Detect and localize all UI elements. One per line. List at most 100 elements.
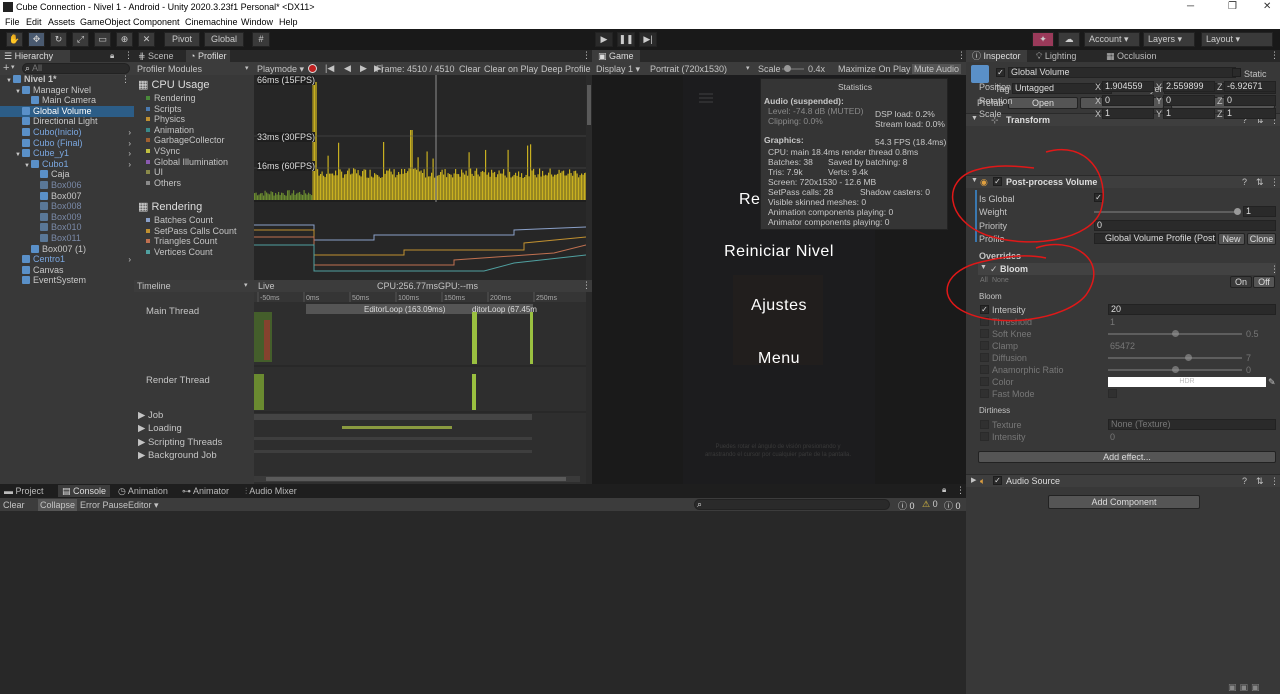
add-effect-button[interactable]: Add effect... — [978, 451, 1276, 463]
dirt-intensity-checkbox[interactable] — [980, 432, 989, 441]
menu-main[interactable]: Menu — [683, 350, 875, 368]
transform-rotation-field[interactable]: 0 — [1163, 95, 1215, 106]
transform-scale-field[interactable]: 1 — [1163, 108, 1215, 119]
collab-icon[interactable]: ✦ — [1032, 32, 1054, 47]
occlusion-tab[interactable]: ▦ Occlusion — [1106, 50, 1157, 62]
clear-on-play-button[interactable]: Clear on Play — [484, 64, 538, 74]
profile-new-button[interactable]: New — [1218, 233, 1245, 245]
transform-position-field[interactable]: 1.904559 — [1102, 81, 1154, 92]
audio-source-header[interactable]: ▶ 🔈︎ ✓ Audio Source ? ⇅ ⋮ — [966, 474, 1280, 487]
hand-tool-icon[interactable]: ✋ — [6, 32, 23, 47]
cpu-legend-item[interactable]: UI — [146, 167, 163, 177]
prev-frame-icon[interactable]: ◀ — [344, 63, 351, 74]
scene-tab[interactable]: ⋕ Scene — [138, 50, 174, 62]
profiler-more-icon[interactable]: ⋮ — [582, 50, 591, 61]
bloom-color-field[interactable]: HDR — [1108, 377, 1266, 387]
first-frame-icon[interactable]: |◀ — [325, 63, 334, 74]
transform-tool-icon[interactable]: ⊕ — [116, 32, 133, 47]
global-button[interactable]: Global — [204, 32, 244, 47]
play-icon[interactable]: ▶ — [595, 32, 613, 47]
maximize-icon[interactable]: ❐ — [1228, 1, 1237, 12]
animation-tab[interactable]: ◷ Animation — [118, 485, 168, 497]
pause-icon[interactable]: ❚❚ — [617, 32, 635, 47]
rotate-tool-icon[interactable]: ↻ — [50, 32, 67, 47]
rendering-legend-item[interactable]: Vertices Count — [146, 247, 213, 257]
transform-rotation-field[interactable]: 0 — [1102, 95, 1154, 106]
hierarchy-search-input[interactable]: ⌕ All — [22, 63, 130, 74]
override-checkbox[interactable] — [980, 353, 989, 362]
scale-tool-icon[interactable]: ⤢ — [72, 32, 89, 47]
hierarchy-row[interactable]: EventSystem — [0, 275, 134, 286]
bloom-off-button[interactable]: Off — [1253, 276, 1275, 288]
hierarchy-row[interactable]: Box006 — [0, 180, 134, 191]
scale-slider-knob[interactable] — [784, 65, 791, 72]
pivot-button[interactable]: Pivot — [164, 32, 200, 47]
lock-icon[interactable]: 🔒︎ — [110, 51, 114, 61]
hierarchy-tab[interactable]: ☰ Hierarchy — [0, 50, 70, 62]
hierarchy-row[interactable]: ▼ Cube_y1 › — [0, 148, 134, 159]
bloom-field-slider-knob[interactable] — [1172, 330, 1179, 337]
editor-dropdown[interactable]: Editor ▾ — [128, 500, 159, 511]
hierarchy-row[interactable]: ▼ Nivel 1* ⋮ — [0, 74, 134, 85]
hierarchy-row[interactable]: Box010 — [0, 222, 134, 233]
custom-tool-icon[interactable]: ✕ — [138, 32, 155, 47]
transform-position-field[interactable]: -6.92671 — [1224, 81, 1276, 92]
chevron-right-icon[interactable]: › — [128, 127, 131, 138]
audio-mixer-tab[interactable]: ⫶ Audio Mixer — [245, 485, 297, 497]
layers-dropdown[interactable]: Layers ▾ — [1143, 32, 1195, 47]
weight-field[interactable]: 1 — [1243, 206, 1276, 217]
static-checkbox[interactable] — [1232, 68, 1241, 77]
clear-button[interactable]: Clear — [459, 64, 481, 74]
transform-rotation-field[interactable]: 0 — [1224, 95, 1276, 106]
chevron-right-icon[interactable]: › — [128, 138, 131, 149]
lighting-tab[interactable]: 💡︎ Lighting — [1036, 50, 1076, 62]
cpu-legend-item[interactable]: VSync — [146, 146, 180, 156]
step-icon[interactable]: ▶| — [639, 32, 657, 47]
record-icon[interactable] — [308, 64, 317, 73]
timeline-h-scroll-thumb[interactable] — [266, 477, 566, 481]
hierarchy-row[interactable]: Directional Light — [0, 116, 134, 127]
scripting-threads-group[interactable]: ▶ Scripting Threads — [138, 437, 222, 448]
audio-preset-icon[interactable]: ⇅ — [1256, 476, 1264, 487]
audio-enabled-checkbox[interactable]: ✓ — [993, 476, 1002, 485]
scene-menu-icon[interactable]: ⋮ — [121, 74, 130, 85]
hierarchy-row[interactable]: Box007 — [0, 191, 134, 202]
menu-component[interactable]: Component — [133, 17, 180, 27]
hierarchy-row[interactable]: Box008 — [0, 201, 134, 212]
cpu-legend-item[interactable]: GarbageCollector — [146, 135, 225, 145]
cloud-icon[interactable]: ☁ — [1058, 32, 1080, 47]
mute-audio-button[interactable]: Mute Audio — [912, 64, 962, 74]
profile-clone-button[interactable]: Clone — [1247, 233, 1276, 245]
eyedropper-icon[interactable]: ✎ — [1268, 377, 1276, 388]
background-job-group[interactable]: ▶ Background Job — [138, 450, 217, 461]
bloom-menu-icon[interactable]: ⋮ — [1270, 264, 1279, 275]
bloom-field-slider[interactable] — [1108, 357, 1242, 359]
hierarchy-row[interactable]: Centro1 › — [0, 254, 134, 265]
bloom-field-slider-knob[interactable] — [1185, 354, 1193, 361]
gameobject-active-checkbox[interactable]: ✓ — [996, 68, 1005, 77]
loading-group[interactable]: ▶ Loading — [138, 423, 182, 434]
cpu-legend-item[interactable]: Scripts — [146, 104, 182, 114]
more-icon[interactable]: ⋮ — [124, 50, 133, 61]
menu-gameobject[interactable]: GameObject — [80, 17, 131, 27]
playmode-dropdown[interactable]: Playmode ▾ — [257, 64, 304, 75]
warning-count-icon[interactable]: ⚠ 0 — [922, 499, 938, 510]
animator-tab[interactable]: ⊶ Animator — [182, 485, 229, 497]
hierarchy-row[interactable]: ▼ Manager Nivel — [0, 85, 134, 96]
profiler-tab[interactable]: ◔ Profiler — [186, 50, 231, 62]
cpu-usage-module[interactable]: ▦ CPU Usage — [138, 78, 210, 91]
collapse-button[interactable]: Collapse — [38, 499, 78, 511]
minimize-icon[interactable]: ─ — [1187, 1, 1194, 12]
hierarchy-row[interactable]: Cubo(Inicio) › — [0, 127, 134, 138]
game-tab[interactable]: ▣ Game — [592, 50, 640, 62]
add-icon[interactable]: + — [3, 62, 9, 74]
hierarchy-row[interactable]: Box009 — [0, 212, 134, 223]
ppv-preset-icon[interactable]: ⇅ — [1256, 177, 1264, 188]
error-pause-button[interactable]: Error Pause — [80, 500, 128, 510]
menu-cinemachine[interactable]: Cinemachine — [185, 17, 238, 27]
override-checkbox[interactable] — [980, 389, 989, 398]
chevron-right-icon[interactable]: › — [128, 159, 131, 170]
console-more-icon[interactable]: ⋮ — [956, 485, 965, 496]
override-checkbox[interactable] — [980, 365, 989, 374]
inspector-more-icon[interactable]: ⋮ — [1270, 50, 1279, 61]
